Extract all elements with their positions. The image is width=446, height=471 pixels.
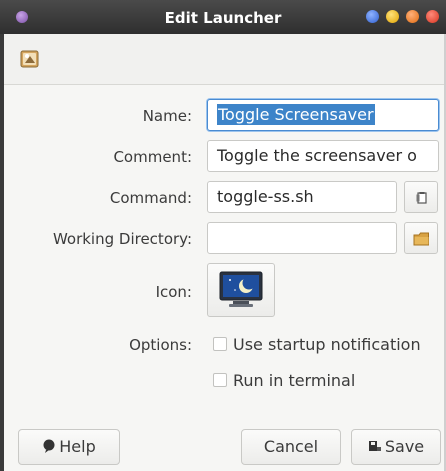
help-icon bbox=[42, 431, 56, 453]
run-in-terminal-label: Run in terminal bbox=[233, 371, 356, 390]
launcher-edit-icon[interactable] bbox=[18, 47, 42, 71]
workdir-label: Working Directory: bbox=[52, 230, 192, 248]
save-icon bbox=[368, 431, 382, 451]
run-in-terminal-checkbox[interactable]: Run in terminal bbox=[213, 371, 441, 391]
edit-launcher-window: Edit Launcher Name: Toggle Screensaver C… bbox=[0, 0, 446, 471]
command-label: Command: bbox=[109, 189, 192, 207]
help-label: Help bbox=[59, 437, 96, 456]
run-in-terminal-box[interactable] bbox=[213, 373, 227, 387]
name-label: Name: bbox=[142, 107, 192, 125]
titlebar[interactable]: Edit Launcher bbox=[0, 0, 446, 34]
workdir-browse-button[interactable] bbox=[404, 222, 438, 254]
command-field[interactable]: toggle-ss.sh bbox=[207, 181, 397, 213]
command-browse-button[interactable] bbox=[404, 181, 438, 213]
save-label: Save bbox=[384, 437, 425, 456]
name-field-value: Toggle Screensaver bbox=[217, 104, 375, 125]
toolbar bbox=[4, 34, 444, 85]
help-button[interactable]: Help bbox=[18, 429, 120, 465]
screensaver-moon-icon bbox=[219, 271, 263, 307]
window-button-maximize-icon[interactable] bbox=[406, 10, 419, 23]
file-chooser-icon bbox=[416, 192, 427, 204]
window-button-minimize-icon[interactable] bbox=[386, 10, 399, 23]
cancel-label: Cancel bbox=[263, 437, 319, 456]
startup-notification-checkbox[interactable]: Use startup notification bbox=[213, 335, 441, 355]
comment-label: Comment: bbox=[113, 148, 192, 166]
icon-label: Icon: bbox=[155, 283, 192, 301]
window-button-close-icon[interactable] bbox=[426, 10, 439, 23]
launcher-icon-button[interactable] bbox=[207, 263, 275, 317]
cancel-button[interactable]: Cancel bbox=[241, 429, 341, 465]
window-frame-left bbox=[0, 34, 4, 471]
startup-notification-label: Use startup notification bbox=[233, 335, 421, 354]
startup-notification-box[interactable] bbox=[213, 337, 227, 351]
window-button-shade-icon[interactable] bbox=[366, 10, 379, 23]
save-button[interactable]: Save bbox=[351, 429, 441, 465]
folder-icon bbox=[413, 232, 429, 246]
options-label: Options: bbox=[129, 336, 192, 354]
workdir-field[interactable] bbox=[207, 222, 397, 254]
comment-field[interactable]: Toggle the screensaver o bbox=[207, 140, 439, 172]
name-field[interactable]: Toggle Screensaver bbox=[207, 99, 439, 131]
window-title: Edit Launcher bbox=[164, 9, 282, 27]
